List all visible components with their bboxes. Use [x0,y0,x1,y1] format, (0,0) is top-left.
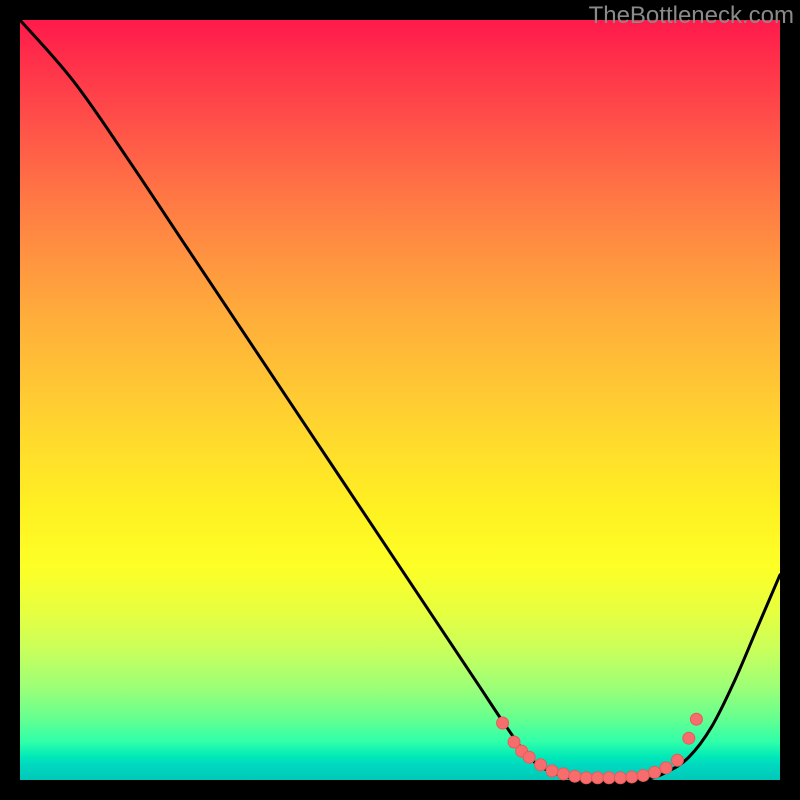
dots-group [497,713,703,784]
data-dot [690,713,702,725]
data-dot [649,766,661,778]
data-dot [614,772,626,784]
data-dot [497,717,509,729]
data-dot [535,759,547,771]
data-dot [660,762,672,774]
data-dot [569,770,581,782]
data-dot [683,732,695,744]
chart-svg [20,20,780,780]
data-dot [637,769,649,781]
data-dot [671,754,683,766]
data-dot [580,772,592,784]
data-dot [557,768,569,780]
data-dot [603,772,615,784]
chart-stage: TheBottleneck.com [0,0,800,800]
curve-group [20,20,780,781]
data-dot [592,772,604,784]
bottleneck-curve [20,20,780,781]
data-dot [523,751,535,763]
data-dot [546,765,558,777]
data-dot [626,771,638,783]
